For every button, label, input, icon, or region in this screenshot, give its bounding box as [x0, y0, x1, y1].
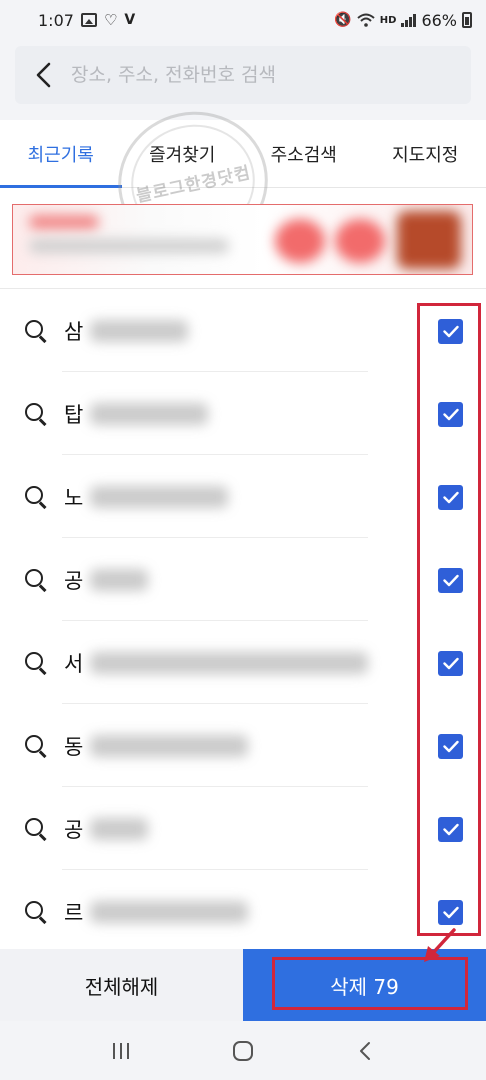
network-type: HD — [379, 14, 397, 26]
heart-icon: ♡ — [103, 11, 118, 29]
search-icon — [24, 734, 48, 758]
list-item[interactable]: 르 — [0, 870, 486, 953]
search-header — [0, 40, 486, 120]
back-button[interactable] — [15, 46, 71, 104]
action-bar: 전체해제 삭제 79 — [0, 949, 486, 1021]
item-label: 르 — [64, 900, 84, 925]
list-item[interactable]: 공 — [0, 538, 486, 621]
search-input[interactable] — [71, 64, 451, 86]
tab-recent[interactable]: 최근기록 — [0, 120, 122, 188]
search-icon — [24, 402, 48, 426]
v-icon: V — [124, 12, 136, 28]
search-box — [15, 46, 471, 104]
check-icon — [442, 574, 459, 586]
back-arrow-icon — [36, 62, 51, 88]
search-icon — [24, 485, 48, 509]
ad-blur-text — [29, 239, 229, 253]
tab-address-search[interactable]: 주소검색 — [243, 120, 365, 187]
blurred-text — [90, 900, 248, 923]
recent-apps-button[interactable] — [91, 1031, 151, 1071]
item-label: 삼 — [64, 319, 84, 344]
check-icon — [442, 491, 459, 503]
back-chevron-icon — [360, 1041, 370, 1060]
blurred-text — [90, 651, 368, 674]
blurred-text — [90, 319, 188, 342]
mute-icon: 🔇 — [334, 12, 352, 28]
tab-bar: 최근기록 즐겨찾기 주소검색 지도지정 — [0, 120, 486, 188]
recent-apps-icon — [113, 1042, 129, 1059]
blurred-text — [90, 817, 148, 840]
item-checkbox[interactable] — [438, 899, 463, 925]
check-icon — [442, 906, 459, 918]
item-checkbox[interactable] — [438, 401, 463, 427]
status-time: 1:07 — [38, 10, 74, 30]
search-icon — [24, 817, 48, 841]
item-label: 동 — [64, 734, 84, 759]
gallery-icon — [80, 13, 97, 27]
item-label: 공 — [64, 568, 84, 593]
blurred-text — [90, 485, 228, 508]
signal-icon — [401, 13, 417, 27]
item-label: 서 — [64, 651, 84, 676]
deselect-all-button[interactable]: 전체해제 — [0, 949, 243, 1021]
item-checkbox[interactable] — [438, 733, 463, 759]
recent-list: 삼 탑 노 공 서 동 공 르 — [0, 289, 486, 953]
item-label: 노 — [64, 485, 84, 510]
home-button[interactable] — [213, 1031, 273, 1071]
item-checkbox[interactable] — [438, 567, 463, 593]
ad-blur-image-1 — [275, 219, 325, 263]
ad-banner[interactable] — [12, 204, 473, 275]
ad-blur-title — [29, 215, 99, 229]
list-item[interactable]: 동 — [0, 704, 486, 787]
search-icon — [24, 319, 48, 343]
item-checkbox[interactable] — [438, 650, 463, 676]
battery-level: 66% — [421, 10, 457, 30]
list-item[interactable]: 탑 — [0, 372, 486, 455]
list-item[interactable]: 공 — [0, 787, 486, 870]
item-checkbox[interactable] — [438, 318, 463, 344]
status-bar: 1:07 ♡ V 🔇 HD 66% — [0, 0, 486, 40]
tab-favorites[interactable]: 즐겨찾기 — [122, 120, 244, 187]
list-item[interactable]: 서 — [0, 621, 486, 704]
check-icon — [442, 657, 459, 669]
blurred-text — [90, 402, 208, 425]
ad-blur-image-3 — [397, 211, 461, 269]
delete-button[interactable]: 삭제 79 — [243, 949, 486, 1021]
check-icon — [442, 740, 459, 752]
item-label: 탑 — [64, 402, 84, 427]
check-icon — [442, 823, 459, 835]
check-icon — [442, 325, 459, 337]
search-icon — [24, 568, 48, 592]
item-checkbox[interactable] — [438, 816, 463, 842]
system-nav-bar — [0, 1021, 486, 1080]
check-icon — [442, 408, 459, 420]
list-item[interactable]: 노 — [0, 455, 486, 538]
blurred-text — [90, 734, 248, 757]
blurred-text — [90, 568, 148, 591]
list-item[interactable]: 삼 — [0, 289, 486, 372]
tab-map-select[interactable]: 지도지정 — [365, 120, 486, 187]
home-icon — [233, 1040, 253, 1061]
back-nav-button[interactable] — [335, 1031, 395, 1071]
search-icon — [24, 900, 48, 924]
ad-blur-image-2 — [335, 219, 385, 263]
item-checkbox[interactable] — [438, 484, 463, 510]
item-label: 공 — [64, 817, 84, 842]
search-icon — [24, 651, 48, 675]
wifi-icon — [357, 13, 375, 27]
battery-icon — [462, 12, 472, 28]
